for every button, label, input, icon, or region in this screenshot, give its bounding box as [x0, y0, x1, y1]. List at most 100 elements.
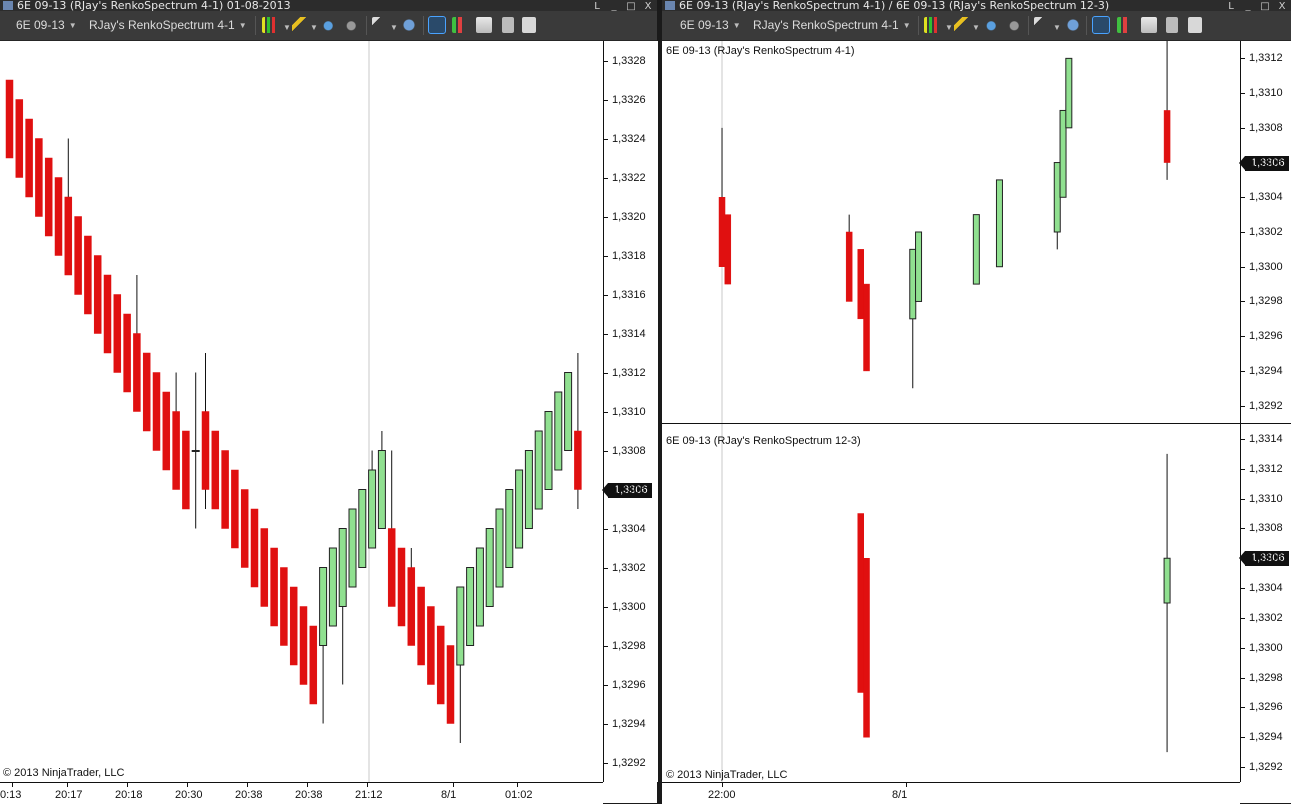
y-tick-mark	[1241, 498, 1245, 500]
down-bar	[152, 372, 161, 451]
draw-tool-dropdown[interactable]: ▼	[306, 20, 318, 35]
chevron-down-icon: ▼	[972, 23, 980, 32]
minimize-button[interactable]: _	[607, 2, 621, 12]
up-bar	[544, 411, 553, 490]
data-box-icon[interactable]	[428, 16, 446, 34]
right-bottom-price-axis[interactable]: 1,3306 1,3292 1,3294 1,3296 1,3298 1,3300 1,3…	[1239, 424, 1291, 782]
down-bar	[240, 489, 249, 568]
bar-type-selector[interactable]: RJay's RenkoSpectrum 4-1 ▼	[89, 18, 247, 33]
globe-icon[interactable]	[1065, 17, 1081, 33]
chevron-down-icon: ▼	[732, 21, 741, 30]
y-tick-mark	[604, 723, 608, 725]
top-panel-label: 6E 09-13 (RJay's RenkoSpectrum 4-1)	[666, 45, 855, 57]
pointer-dropdown[interactable]: ▼	[1049, 20, 1061, 35]
close-button[interactable]: X	[641, 2, 655, 12]
instrument-selector[interactable]: 6E 09-13 ▼	[680, 18, 741, 33]
y-tick-label: 1,3298	[612, 639, 646, 652]
right-bottom-price-plot[interactable]: 6E 09-13 (RJay's RenkoSpectrum 12-3) © 2…	[662, 424, 1240, 782]
y-tick-label: 1,3302	[1249, 611, 1283, 624]
down-bar	[133, 333, 141, 412]
link-button[interactable]: L	[590, 2, 604, 12]
y-tick-label: 1,3298	[1249, 295, 1283, 308]
down-bar	[724, 214, 732, 285]
down-bar	[113, 294, 122, 373]
strategy-icon[interactable]	[1007, 17, 1023, 33]
pointer-icon[interactable]	[1034, 17, 1050, 33]
bar-type-label: RJay's RenkoSpectrum 4-1	[753, 18, 899, 32]
left-price-plot[interactable]: © 2013 NinjaTrader, LLC	[0, 41, 603, 782]
instrument-selector[interactable]: 6E 09-13 ▼	[16, 18, 77, 33]
left-time-axis[interactable]: 0:13 20:17 20:18 20:30 20:38 20:38 21:12 8/1 01:…	[0, 782, 603, 804]
down-bar	[44, 157, 53, 237]
chart-trader-icon[interactable]	[1117, 17, 1133, 33]
y-tick-label: 1,3304	[1249, 582, 1283, 595]
add-indicator-icon[interactable]	[321, 17, 337, 33]
instrument-label: 6E 09-13	[16, 18, 65, 32]
bar-style-dropdown[interactable]: ▼	[941, 20, 953, 35]
x-tick-label: 20:38	[235, 789, 263, 801]
right-time-axis[interactable]: 22:00 8/1	[662, 782, 1240, 804]
down-bar	[863, 283, 870, 372]
chart-properties-icon[interactable]	[476, 17, 492, 33]
document-icon[interactable]	[1166, 17, 1178, 33]
y-tick-label: 1,3300	[612, 600, 646, 613]
y-tick-mark	[604, 60, 608, 62]
x-tick-label: 22:00	[708, 789, 736, 801]
right-title-bar: 6E 09-13 (RJay's RenkoSpectrum 4-1) / 6E…	[662, 0, 1291, 11]
right-top-price-plot[interactable]: 6E 09-13 (RJay's RenkoSpectrum 4-1)	[662, 41, 1240, 423]
bar-style-dropdown[interactable]: ▼	[279, 20, 291, 35]
left-chart-window: 6E 09-13 (RJay's RenkoSpectrum 4-1) 01-0…	[0, 0, 658, 804]
down-bar	[574, 430, 582, 490]
chart-trader-icon[interactable]	[452, 17, 468, 33]
y-tick-mark	[1241, 617, 1245, 619]
y-tick-mark	[604, 99, 608, 101]
pointer-dropdown[interactable]: ▼	[386, 20, 398, 35]
down-bar	[427, 606, 435, 685]
y-tick-label: 1,3318	[612, 249, 646, 262]
bottom-panel-label: 6E 09-13 (RJay's RenkoSpectrum 12-3)	[666, 435, 861, 447]
x-tick-label: 01:02	[505, 789, 533, 801]
up-bar	[1065, 57, 1073, 129]
maximize-button[interactable]: □	[1258, 2, 1272, 12]
y-tick-label: 1,3316	[612, 288, 646, 301]
up-bar	[534, 430, 543, 510]
y-tick-mark	[604, 450, 608, 452]
data-box-icon[interactable]	[1092, 16, 1110, 34]
x-tick-mark	[517, 783, 518, 787]
maximize-button[interactable]: □	[624, 2, 638, 12]
y-tick-mark	[1241, 468, 1245, 470]
window-layout-icon[interactable]	[522, 17, 536, 33]
x-tick-mark	[722, 783, 723, 787]
add-indicator-icon[interactable]	[984, 17, 1000, 33]
link-button[interactable]: L	[1224, 2, 1238, 12]
minimize-button[interactable]: _	[1241, 2, 1255, 12]
left-price-axis[interactable]: 1,3306 1,3292 1,3294 1,3296 1,3298 1,3300 1,3…	[602, 41, 658, 782]
bar-style-icon[interactable]	[262, 17, 278, 33]
right-top-price-axis[interactable]: 1,3306 1,3292 1,3294 1,3296 1,3298 1,3300 1,3…	[1239, 41, 1291, 423]
y-tick-label: 1,3306	[1249, 156, 1283, 169]
down-bar	[446, 645, 455, 724]
y-tick-label: 1,3300	[1249, 260, 1283, 273]
down-bar	[857, 249, 864, 320]
window-layout-icon[interactable]	[1188, 17, 1202, 33]
close-button[interactable]: X	[1275, 2, 1289, 12]
draw-tool-dropdown[interactable]: ▼	[968, 20, 980, 35]
down-bar	[863, 558, 870, 738]
x-tick-mark	[453, 783, 454, 787]
bar-style-icon[interactable]	[924, 17, 940, 33]
down-bar	[221, 450, 229, 529]
strategy-icon[interactable]	[344, 17, 360, 33]
up-bar	[377, 450, 386, 529]
globe-icon[interactable]	[401, 17, 417, 33]
y-tick-label: 1,3302	[1249, 226, 1283, 238]
chevron-down-icon: ▼	[945, 23, 953, 32]
document-icon[interactable]	[502, 17, 514, 33]
down-bar	[250, 508, 259, 588]
right-toolbar: 6E 09-13 ▼ RJay's RenkoSpectrum 4-1 ▼ ▼ ▼ …	[662, 11, 1291, 41]
chart-properties-icon[interactable]	[1141, 17, 1157, 33]
bar-type-selector[interactable]: RJay's RenkoSpectrum 4-1 ▼	[753, 18, 911, 33]
down-bar	[182, 430, 190, 510]
x-tick-mark	[367, 783, 368, 787]
down-bar	[103, 274, 112, 354]
x-tick-label: 21:12	[355, 789, 383, 801]
